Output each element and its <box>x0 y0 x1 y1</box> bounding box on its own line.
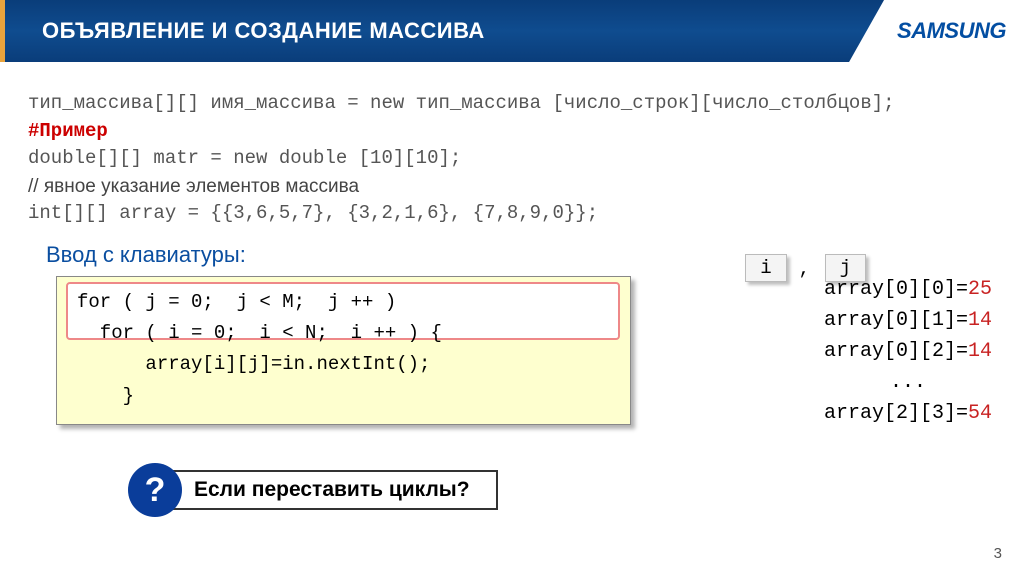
samsung-logo: SAMSUNG <box>897 18 1006 44</box>
output-row: array[2][3]=54 <box>824 398 992 429</box>
question-mark-icon: ? <box>145 471 166 510</box>
slide-header: ОБЪЯВЛЕНИЕ И СОЗДАНИЕ МАССИВА SAMSUNG <box>0 0 1024 62</box>
tabs-comma: , <box>799 258 810 280</box>
output-column: array[0][0]=25 array[0][1]=14 array[0][2… <box>824 274 992 429</box>
code-line-1: for ( j = 0; j < M; j ++ ) <box>77 287 610 318</box>
init-code: int[][] array = {{3,6,5,7}, {3,2,1,6}, {… <box>28 200 996 228</box>
page-number: 3 <box>994 545 1002 562</box>
example-label: #Пример <box>28 118 996 146</box>
code-yellow-box: for ( j = 0; j < M; j ++ ) for ( i = 0; … <box>56 276 631 425</box>
question-row: ? Если переставить циклы? <box>128 463 996 517</box>
output-row: array[0][0]=25 <box>824 274 992 305</box>
header-accent-bar <box>0 0 5 62</box>
syntax-template: тип_массива[][] имя_массива = new тип_ма… <box>28 90 996 118</box>
example-code: double[][] matr = new double [10][10]; <box>28 145 996 173</box>
code-line-2: for ( i = 0; i < N; i ++ ) { <box>77 318 610 349</box>
question-text: Если переставить циклы? <box>158 470 498 510</box>
question-badge: ? <box>128 463 182 517</box>
code-line-3: array[i][j]=in.nextInt(); <box>77 349 610 380</box>
comment-line: // явное указание элементов массива <box>28 173 996 201</box>
slide-title: ОБЪЯВЛЕНИЕ И СОЗДАНИЕ МАССИВА <box>42 18 485 44</box>
tab-i: i <box>745 254 786 282</box>
output-dots: ... <box>824 367 992 398</box>
output-row: array[0][2]=14 <box>824 336 992 367</box>
code-line-4: } <box>77 381 610 412</box>
logo-area: SAMSUNG <box>849 0 1024 62</box>
output-row: array[0][1]=14 <box>824 305 992 336</box>
